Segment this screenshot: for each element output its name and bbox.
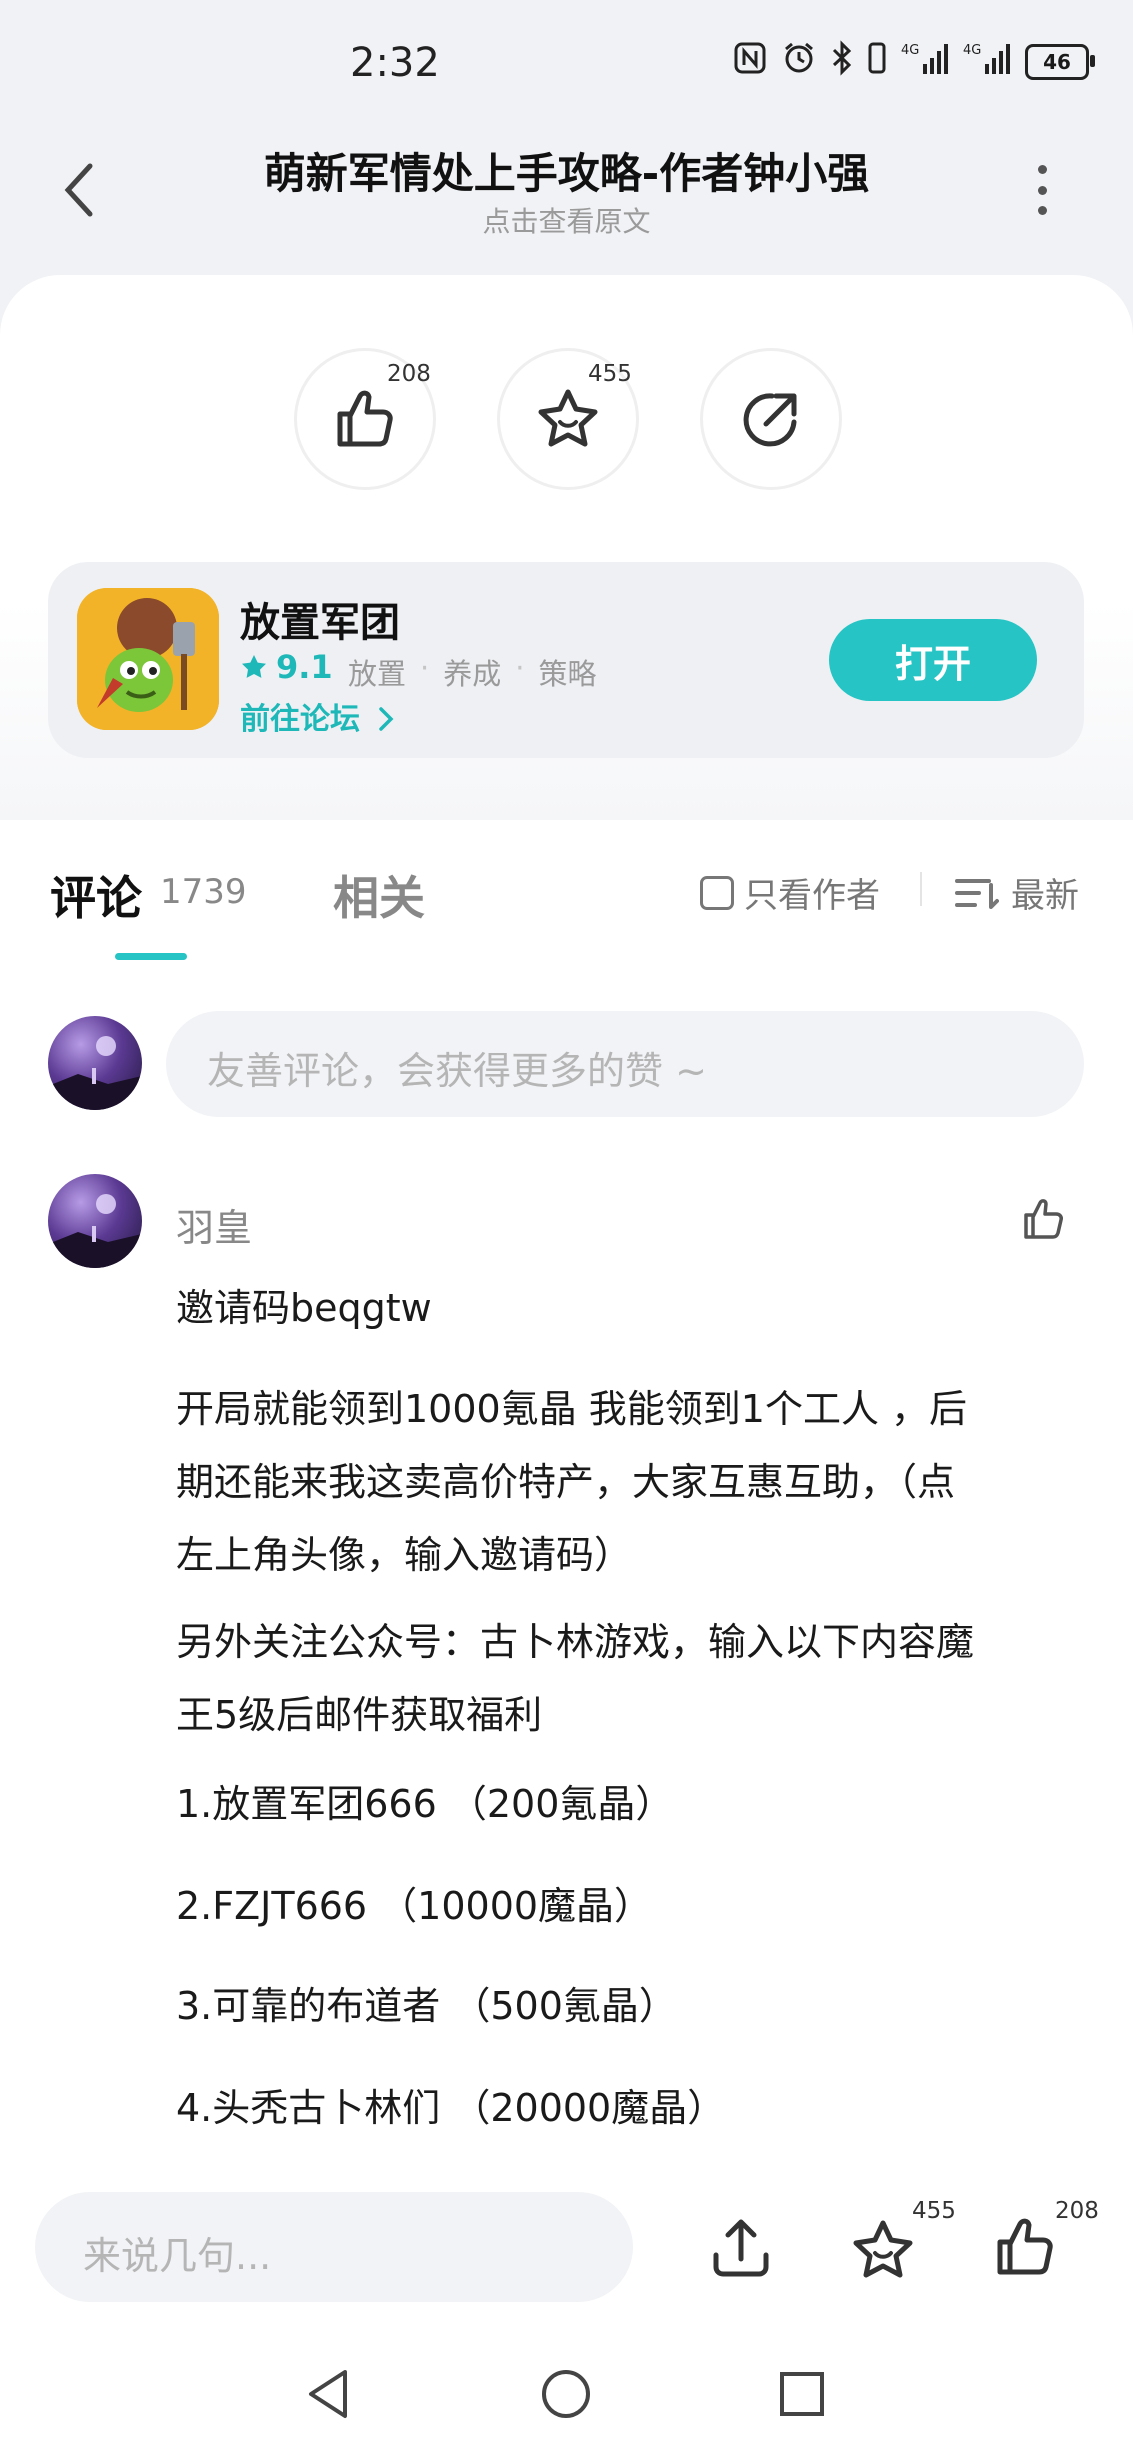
upload-icon: [713, 2219, 769, 2277]
comment-count: 1739: [160, 872, 247, 912]
tag-separator: ·: [420, 651, 430, 685]
comment-input-placeholder: 友善评论，会获得更多的赞 ~: [207, 1049, 707, 1093]
sort-label: 最新: [1011, 876, 1079, 916]
bottom-input-placeholder: 来说几句...: [83, 2234, 272, 2278]
comment-user-name[interactable]: 羽皇: [176, 1197, 252, 1252]
chevron-left-icon: [64, 163, 93, 217]
alarm-icon: [781, 40, 817, 84]
svg-text:4G: 4G: [963, 43, 981, 58]
battery-icon: 46: [1025, 44, 1095, 80]
star-icon: [538, 389, 598, 447]
nav-back-button[interactable]: [305, 2368, 351, 2424]
chevron-right-icon: [379, 707, 394, 731]
view-original-link[interactable]: 点击查看原文: [200, 200, 933, 240]
circle-home-icon: [542, 2370, 590, 2418]
author-only-toggle[interactable]: 只看作者: [700, 868, 880, 917]
upload-button[interactable]: [708, 2215, 774, 2285]
share-icon: [743, 393, 797, 447]
comment-like-button[interactable]: [1020, 1195, 1068, 1247]
more-button[interactable]: [1030, 165, 1054, 215]
bottom-favorite-count: 455: [912, 2198, 956, 2224]
triangle-back-icon: [309, 2370, 347, 2418]
comment-text-line: 1.放置军团666 （200氪晶）: [176, 1782, 674, 1826]
vibrate-icon: [867, 41, 887, 83]
tab-related[interactable]: 相关: [333, 862, 425, 928]
nav-recents-button[interactable]: [778, 2370, 826, 2422]
nav-home-button[interactable]: [540, 2368, 592, 2424]
comment-text-line: 期还能来我这卖高价特产，大家互惠互助，（点: [176, 1460, 956, 1504]
square-recents-icon: [780, 2372, 824, 2416]
tag-item: 养成: [443, 657, 502, 691]
star-filled-icon: [242, 655, 266, 678]
star-icon: [853, 2220, 913, 2278]
forum-link-label: 前往论坛: [240, 702, 360, 737]
author-only-label: 只看作者: [744, 876, 880, 916]
avatar[interactable]: [48, 1174, 142, 1268]
comment-text-line: 4.头秃古卜林们 （20000魔晶）: [176, 2086, 726, 2130]
comment-text-line: 2.FZJT666 （10000魔晶）: [176, 1884, 653, 1928]
bottom-favorite-button[interactable]: [848, 2215, 918, 2289]
rating-value: 9.1: [276, 648, 333, 686]
my-avatar[interactable]: [48, 1016, 142, 1110]
share-button[interactable]: [700, 348, 842, 490]
comment-text-line: 左上角头像，输入邀请码）: [176, 1533, 633, 1577]
app-logo-icon[interactable]: [77, 588, 219, 730]
thumbs-up-icon: [997, 2218, 1053, 2275]
signal-icon-1: 4G: [901, 40, 949, 84]
app-tags: 放置 · 养成 · 策略: [348, 651, 596, 693]
like-button[interactable]: 208: [294, 348, 436, 490]
sort-button[interactable]: 最新: [955, 868, 1079, 917]
thumbs-up-icon: [337, 390, 393, 447]
app-rating: 9.1: [240, 648, 333, 686]
nfc-icon: [733, 41, 767, 83]
tab-comments[interactable]: 评论: [50, 862, 142, 928]
comment-text-line: 开局就能领到1000氪晶 我能领到1个工人 ，后: [176, 1387, 968, 1431]
signal-icon-2: 4G: [963, 40, 1011, 84]
active-tab-indicator: [115, 953, 187, 960]
forum-link[interactable]: 前往论坛: [240, 694, 396, 738]
like-count: 208: [387, 361, 431, 387]
comment-text-line: 王5级后邮件获取福利: [176, 1693, 543, 1737]
tag-item: 放置: [348, 657, 407, 691]
bottom-like-button[interactable]: [990, 2212, 1060, 2286]
status-time: 2:32: [350, 40, 440, 86]
divider: [920, 872, 922, 906]
tag-item: 策略: [538, 657, 597, 691]
back-button[interactable]: [60, 160, 100, 220]
thumbs-up-icon: [1024, 1199, 1063, 1239]
sort-icon: [955, 878, 999, 909]
svg-text:4G: 4G: [901, 43, 919, 58]
bottom-like-count: 208: [1055, 2198, 1099, 2224]
page-title[interactable]: 萌新军情处上手攻略-作者钟小强: [200, 140, 933, 201]
comment-text-line: 邀请码beqgtw: [176, 1286, 432, 1330]
status-icons: 4G 4G 46: [733, 40, 1095, 84]
comment-text-line: 另外关注公众号：古卜林游戏，输入以下内容魔: [176, 1620, 975, 1664]
app-name: 放置军团: [240, 600, 400, 646]
comment-text-line: 3.可靠的布道者 （500氪晶）: [176, 1984, 677, 2028]
checkbox-icon[interactable]: [700, 875, 734, 910]
open-app-button[interactable]: 打开: [829, 619, 1037, 701]
favorite-button[interactable]: 455: [497, 348, 639, 490]
bluetooth-icon: [831, 40, 853, 84]
tag-separator: ·: [515, 651, 525, 685]
favorite-count: 455: [588, 361, 632, 387]
